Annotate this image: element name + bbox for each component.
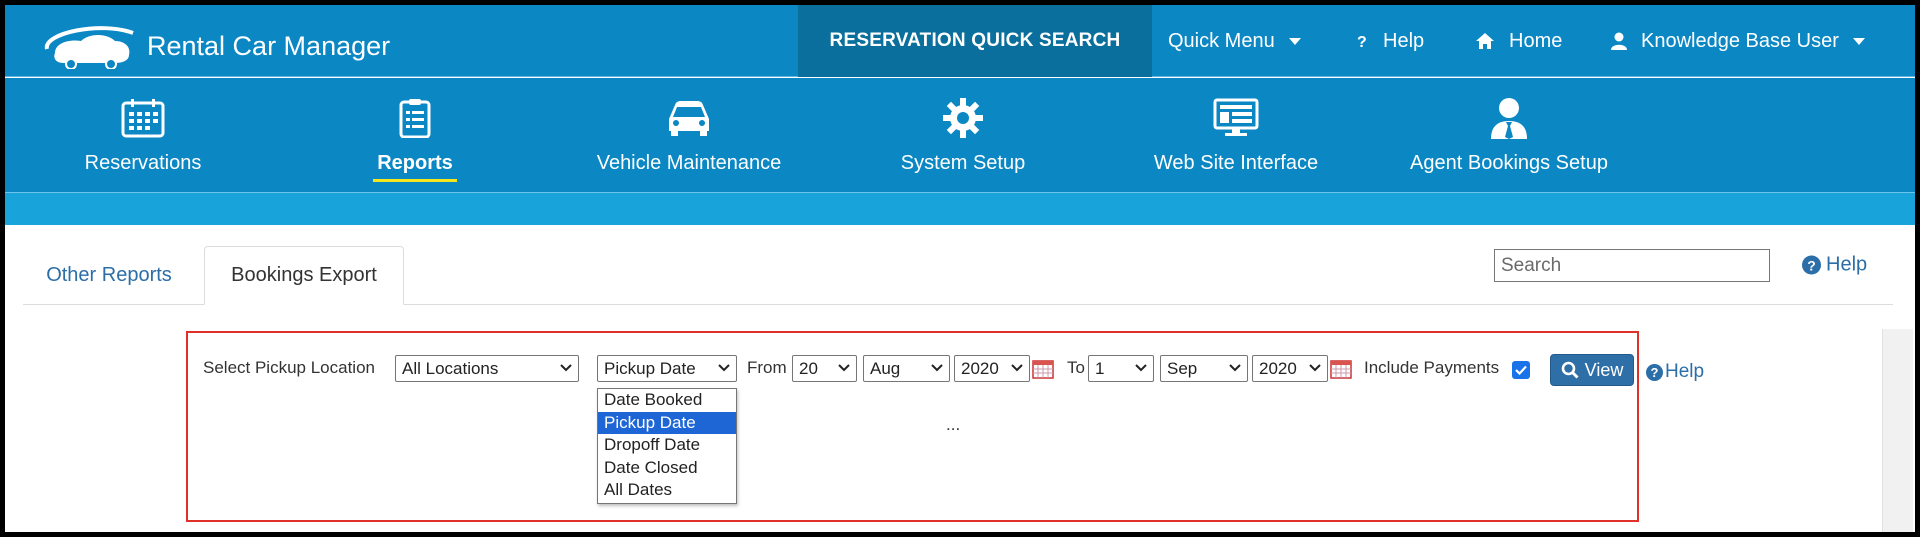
car-logo-icon <box>44 26 134 69</box>
gear-icon <box>942 96 984 140</box>
view-label: View <box>1584 359 1624 380</box>
quick-menu-label: Quick Menu <box>1168 29 1275 52</box>
to-label: To <box>1067 358 1085 377</box>
tab-bookings-export[interactable]: Bookings Export <box>204 246 404 305</box>
module-system-setup[interactable]: System Setup <box>873 78 1053 192</box>
pickup-location-label: Select Pickup Location <box>203 358 375 377</box>
home-link[interactable]: Home <box>1475 5 1562 77</box>
view-button[interactable]: View <box>1550 354 1634 386</box>
question-icon: ? <box>1357 34 1367 49</box>
dropdown-option-dropoff-date[interactable]: Dropoff Date <box>598 434 736 457</box>
from-label: From <box>747 358 787 377</box>
question-circle-icon: ? <box>1802 255 1821 275</box>
from-month-select[interactable]: Aug <box>863 355 950 382</box>
calendar-icon <box>121 96 165 140</box>
module-reservations[interactable]: Reservations <box>63 78 223 192</box>
module-vehicle-maintenance[interactable]: Vehicle Maintenance <box>579 78 799 192</box>
date-type-dropdown-list: Date Booked Pickup Date Dropoff Date Dat… <box>597 388 737 504</box>
module-nav: Reservations Reports Vehicle Maintenance… <box>5 78 1915 192</box>
module-web-site-interface[interactable]: Web Site Interface <box>1136 78 1336 192</box>
help-label: Help <box>1383 29 1425 52</box>
agent-icon <box>1489 96 1529 140</box>
to-year-value: 2020 <box>1259 358 1297 378</box>
home-label: Home <box>1509 29 1563 52</box>
chevron-down-icon <box>1288 37 1301 45</box>
chevron-down-icon <box>1229 364 1241 372</box>
include-payments-label: Include Payments <box>1364 358 1500 377</box>
pickup-location-select[interactable]: All Locations <box>395 355 579 382</box>
dropdown-option-all-dates[interactable]: All Dates <box>598 479 736 502</box>
date-type-select[interactable]: Pickup Date <box>597 355 737 382</box>
user-name: Knowledge Base User <box>1641 29 1839 52</box>
calendar-picker-icon[interactable] <box>1032 359 1054 379</box>
help-link-page[interactable]: ? Help <box>1802 254 1867 277</box>
scrollbar[interactable] <box>1882 329 1913 532</box>
search-icon <box>1561 361 1579 379</box>
module-label: Agent Bookings Setup <box>1410 152 1608 174</box>
app-frame: Rental Car Manager RESERVATION QUICK SEA… <box>5 5 1915 532</box>
chevron-down-icon <box>931 364 943 372</box>
question-circle-icon: ? <box>1646 363 1663 381</box>
brand[interactable]: Rental Car Manager <box>41 23 390 69</box>
loading-indicator: ... <box>946 415 961 434</box>
reservation-quick-search-button[interactable]: RESERVATION QUICK SEARCH <box>798 5 1152 77</box>
dropdown-option-date-closed[interactable]: Date Closed <box>598 457 736 480</box>
help-label: Help <box>1826 253 1868 276</box>
to-year-select[interactable]: 2020 <box>1252 355 1328 382</box>
calendar-picker-icon[interactable] <box>1330 359 1352 379</box>
from-day-value: 20 <box>799 358 818 378</box>
top-bar: Rental Car Manager RESERVATION QUICK SEA… <box>5 5 1915 77</box>
filter-help-link[interactable]: ? Help <box>1646 361 1704 383</box>
chevron-down-icon <box>560 364 572 372</box>
module-label: Reservations <box>84 152 202 174</box>
chevron-down-icon <box>838 364 850 372</box>
from-year-value: 2020 <box>961 358 999 378</box>
module-label: Reports <box>377 152 453 174</box>
chevron-down-icon <box>1852 37 1865 45</box>
chevron-down-icon <box>1309 364 1321 372</box>
chevron-down-icon <box>1135 364 1147 372</box>
user-menu-dropdown[interactable]: Knowledge Base User <box>1611 5 1865 77</box>
include-payments-checkbox[interactable] <box>1512 361 1530 379</box>
to-month-select[interactable]: Sep <box>1160 355 1248 382</box>
to-month-value: Sep <box>1167 358 1198 378</box>
app-title: Rental Car Manager <box>147 30 391 61</box>
to-day-select[interactable]: 1 <box>1088 355 1154 382</box>
tab-other-reports[interactable]: Other Reports <box>29 246 189 305</box>
user-icon <box>1611 32 1627 50</box>
help-label: Help <box>1665 361 1705 382</box>
module-label: Web Site Interface <box>1153 152 1319 174</box>
chevron-down-icon <box>718 364 730 372</box>
dropdown-option-date-booked[interactable]: Date Booked <box>598 389 736 412</box>
dropdown-option-pickup-date[interactable]: Pickup Date <box>598 411 736 434</box>
car-icon <box>665 96 713 140</box>
filter-row: Select Pickup Location All Locations Pic… <box>188 333 1704 393</box>
search-input[interactable] <box>1494 249 1770 282</box>
header-strip <box>5 192 1915 225</box>
svg-text:?: ? <box>1357 34 1367 49</box>
home-icon <box>1476 33 1494 49</box>
active-indicator <box>373 179 457 182</box>
module-label: System Setup <box>900 152 1026 174</box>
checkmark-icon <box>1515 365 1527 375</box>
help-link[interactable]: ? Help <box>1357 5 1424 77</box>
module-reports[interactable]: Reports <box>345 78 485 192</box>
chevron-down-icon <box>1011 364 1023 372</box>
pickup-location-value: All Locations <box>402 358 499 378</box>
module-agent-bookings-setup[interactable]: Agent Bookings Setup <box>1399 78 1619 192</box>
filter-panel: Select Pickup Location All Locations Pic… <box>186 331 1704 522</box>
clipboard-list-icon <box>399 96 431 140</box>
to-day-value: 1 <box>1095 358 1105 378</box>
from-day-select[interactable]: 20 <box>792 355 857 382</box>
from-year-select[interactable]: 2020 <box>954 355 1030 382</box>
monitor-icon <box>1213 96 1259 140</box>
from-month-value: Aug <box>870 358 901 378</box>
quick-menu-dropdown[interactable]: Quick Menu <box>1168 5 1301 77</box>
date-type-value: Pickup Date <box>604 358 696 378</box>
module-label: Vehicle Maintenance <box>596 152 782 174</box>
